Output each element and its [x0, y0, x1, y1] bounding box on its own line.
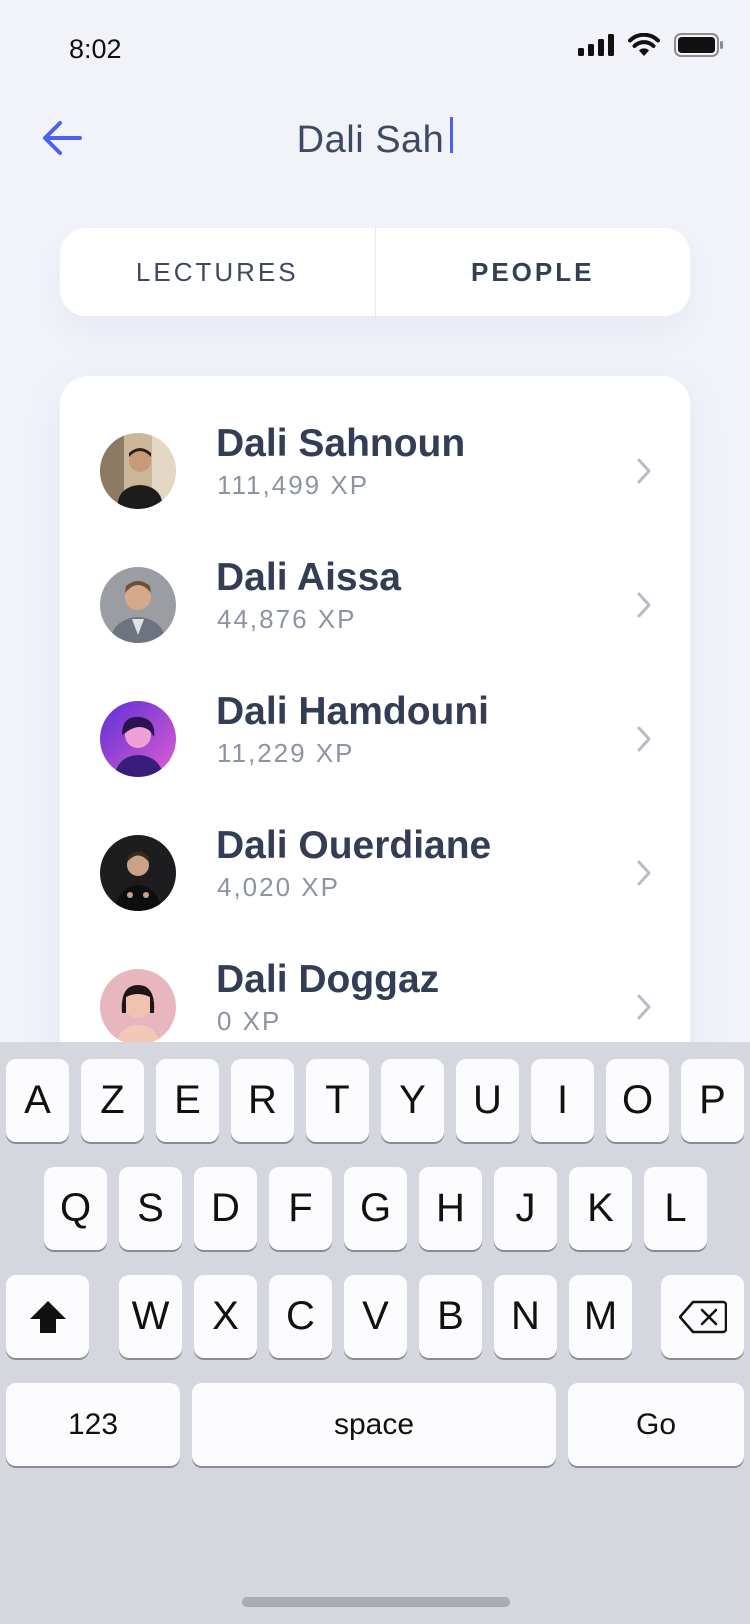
person-name: Dali Sahnoun	[216, 422, 466, 465]
results-list: Dali Sahnoun 111,499 XP Dali Aissa 44,87…	[60, 376, 690, 1096]
key-p[interactable]: P	[681, 1059, 744, 1142]
key-z[interactable]: Z	[81, 1059, 144, 1142]
battery-icon	[674, 33, 723, 57]
key-b[interactable]: B	[419, 1275, 482, 1358]
list-item[interactable]: Dali Aissa 44,876 XP	[60, 538, 690, 672]
key-h[interactable]: H	[419, 1167, 482, 1250]
status-bar: 8:02	[0, 0, 750, 96]
segmented-control: LECTURES PEOPLE	[60, 228, 690, 316]
status-time: 8:02	[69, 34, 122, 64]
backspace-icon	[678, 1300, 727, 1333]
avatar	[100, 835, 176, 911]
chevron-right-icon	[637, 592, 651, 618]
chevron-right-icon	[637, 458, 651, 484]
arrow-left-icon	[43, 121, 82, 155]
key-f[interactable]: F	[269, 1167, 332, 1250]
key-w[interactable]: W	[119, 1275, 182, 1358]
shift-icon	[29, 1300, 66, 1333]
person-xp: 44,876 XP	[217, 604, 357, 634]
tab-people[interactable]: PEOPLE	[376, 228, 691, 316]
key-t[interactable]: T	[306, 1059, 369, 1142]
avatar	[100, 433, 176, 509]
person-xp: 0 XP	[217, 1006, 282, 1036]
tab-lectures[interactable]: LECTURES	[60, 228, 375, 316]
person-name: Dali Doggaz	[216, 958, 440, 1001]
list-item[interactable]: Dali Hamdouni 11,229 XP	[60, 672, 690, 806]
key-o[interactable]: O	[606, 1059, 669, 1142]
numbers-key[interactable]: 123	[6, 1383, 180, 1466]
back-button[interactable]	[38, 114, 86, 162]
key-v[interactable]: V	[344, 1275, 407, 1358]
chevron-right-icon	[637, 860, 651, 886]
person-xp: 4,020 XP	[217, 872, 340, 902]
wifi-icon	[628, 33, 660, 56]
key-x[interactable]: X	[194, 1275, 257, 1358]
list-item[interactable]: Dali Ouerdiane 4,020 XP	[60, 806, 690, 940]
person-xp: 11,229 XP	[217, 738, 355, 768]
shift-key[interactable]	[6, 1275, 89, 1358]
keyboard: A Z E R T Y U I O P Q S D F G H J K L W …	[0, 1042, 750, 1624]
key-i[interactable]: I	[531, 1059, 594, 1142]
search-input[interactable]: Dali Sah	[150, 112, 600, 168]
key-k[interactable]: K	[569, 1167, 632, 1250]
avatar	[100, 701, 176, 777]
chevron-right-icon	[637, 726, 651, 752]
delete-key[interactable]	[661, 1275, 744, 1358]
key-g[interactable]: G	[344, 1167, 407, 1250]
go-key[interactable]: Go	[568, 1383, 744, 1466]
key-a[interactable]: A	[6, 1059, 69, 1142]
home-indicator	[242, 1597, 510, 1607]
chevron-right-icon	[637, 994, 651, 1020]
key-j[interactable]: J	[494, 1167, 557, 1250]
avatar	[100, 969, 176, 1045]
person-name: Dali Ouerdiane	[216, 824, 492, 867]
text-caret	[450, 117, 454, 153]
key-s[interactable]: S	[119, 1167, 182, 1250]
key-e[interactable]: E	[156, 1059, 219, 1142]
key-q[interactable]: Q	[44, 1167, 107, 1250]
space-key[interactable]: space	[192, 1383, 556, 1466]
key-d[interactable]: D	[194, 1167, 257, 1250]
search-input-value: Dali Sah	[296, 118, 445, 161]
key-u[interactable]: U	[456, 1059, 519, 1142]
key-n[interactable]: N	[494, 1275, 557, 1358]
key-c[interactable]: C	[269, 1275, 332, 1358]
key-r[interactable]: R	[231, 1059, 294, 1142]
key-m[interactable]: M	[569, 1275, 632, 1358]
person-name: Dali Hamdouni	[216, 690, 490, 733]
person-xp: 111,499 XP	[217, 470, 370, 500]
signal-icon	[578, 34, 614, 56]
list-item[interactable]: Dali Sahnoun 111,499 XP	[60, 404, 690, 538]
avatar	[100, 567, 176, 643]
key-l[interactable]: L	[644, 1167, 707, 1250]
key-y[interactable]: Y	[381, 1059, 444, 1142]
person-name: Dali Aissa	[216, 556, 401, 599]
status-icons	[578, 33, 724, 57]
